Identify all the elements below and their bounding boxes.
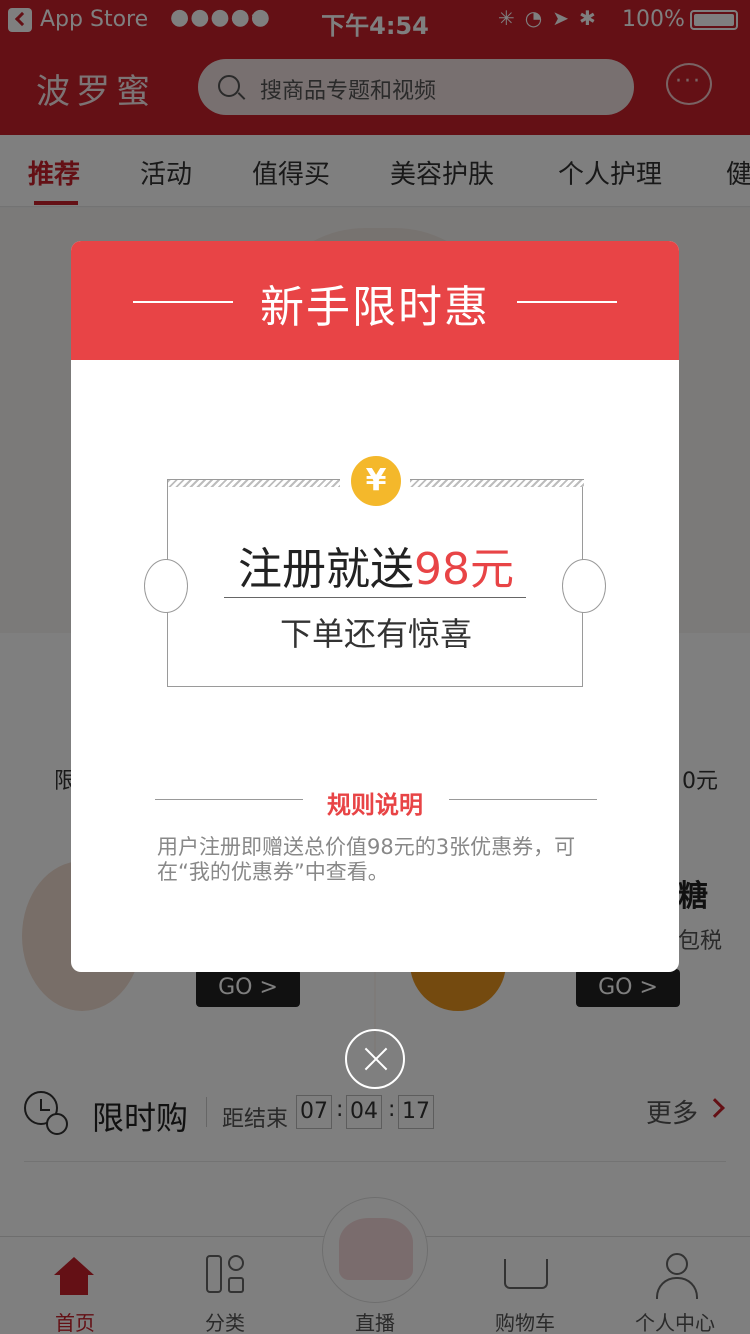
offer-headline: 注册就送98元 xyxy=(238,544,514,595)
new-user-offer-modal: 新手限时惠 ¥ 注册就送98元 下单还有惊喜 规则说明 用户注册即赠送总价值98… xyxy=(71,241,679,972)
ticket-divider xyxy=(224,597,526,598)
ticket-edge xyxy=(168,479,340,487)
close-modal-button[interactable] xyxy=(345,1029,405,1089)
rules-title: 规则说明 xyxy=(327,791,423,819)
rules-text: 用户注册即赠送总价值98元的3张优惠券，可在“我的优惠券”中查看。 xyxy=(157,835,576,884)
modal-title: 新手限时惠 xyxy=(260,282,490,333)
coupon-ticket[interactable]: ¥ 注册就送98元 下单还有惊喜 xyxy=(144,453,606,687)
ticket-edge xyxy=(410,479,584,487)
modal-header: 新手限时惠 xyxy=(71,241,679,360)
title-decor-line xyxy=(517,301,617,303)
yen-coin-icon: ¥ xyxy=(348,453,404,509)
offer-amount: 98元 xyxy=(414,544,514,595)
rules-decor-line xyxy=(449,799,597,800)
offer-subtitle: 下单还有惊喜 xyxy=(279,615,472,653)
